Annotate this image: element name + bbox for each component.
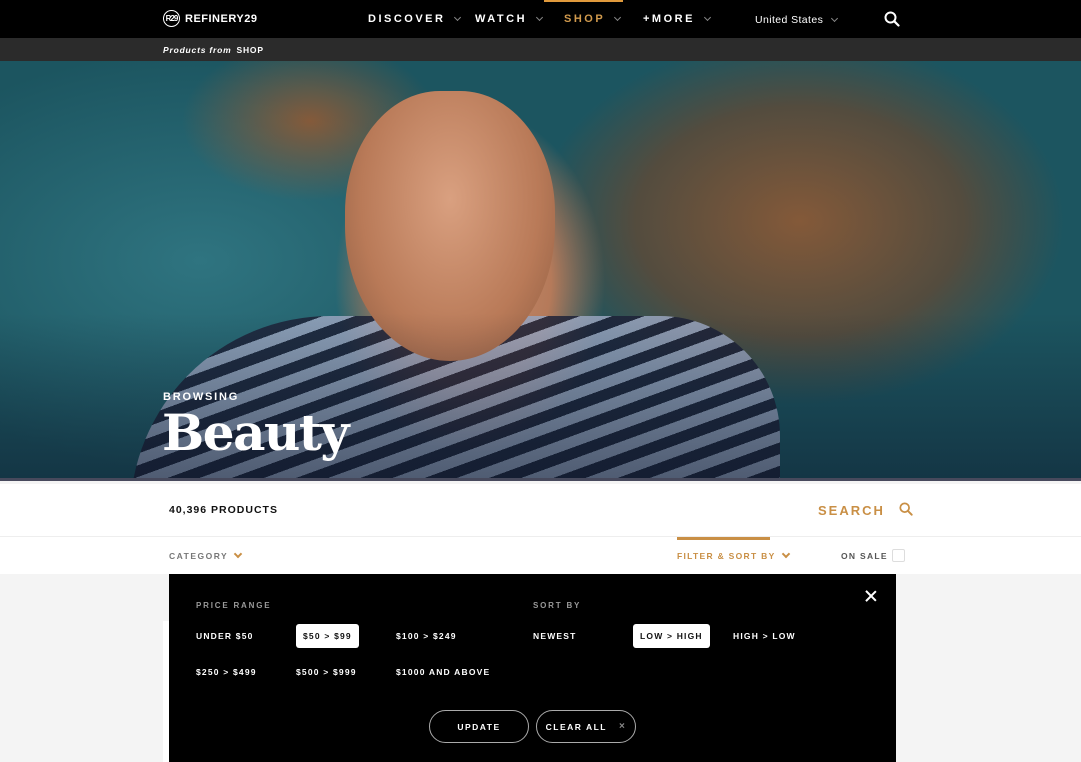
country-label: United States <box>755 14 824 26</box>
hero-eyebrow: BROWSING <box>163 391 240 403</box>
filter-bar: CATEGORY FILTER & SORT BY ON SALE <box>0 537 1081 574</box>
products-count: 40,396 PRODUCTS <box>169 504 278 516</box>
update-button[interactable]: UPDATE <box>429 710 529 743</box>
sort-option-newest[interactable]: NEWEST <box>533 631 577 641</box>
products-bar: 40,396 PRODUCTS SEARCH <box>0 484 1081 537</box>
clear-icon: × <box>619 721 627 732</box>
nav-active-indicator <box>544 0 623 2</box>
price-option-50-99[interactable]: $50 > $99 <box>296 624 359 648</box>
price-option-500-999[interactable]: $500 > $999 <box>296 667 357 677</box>
category-label: CATEGORY <box>169 551 229 561</box>
search-icon[interactable] <box>884 11 900 27</box>
chevron-down-icon <box>831 14 839 23</box>
search-icon <box>899 502 913 519</box>
sort-option-low-high[interactable]: LOW > HIGH <box>633 624 710 648</box>
breadcrumb: Products from SHOP <box>163 45 264 55</box>
top-nav: R29 REFINERY29 DISCOVER WATCH SHOP +MORE… <box>0 0 1081 38</box>
nav-item-label: SHOP <box>564 13 606 25</box>
price-option-1000-above[interactable]: $1000 AND ABOVE <box>396 667 490 677</box>
chevron-down-icon <box>703 13 711 21</box>
update-label: UPDATE <box>457 721 501 732</box>
breadcrumb-prefix: Products from <box>163 45 232 55</box>
filter-sort-active-indicator <box>677 537 770 540</box>
search-label: SEARCH <box>818 503 885 518</box>
hero-banner: BROWSING Beauty <box>0 61 1081 481</box>
sort-option-high-low[interactable]: HIGH > LOW <box>733 631 796 641</box>
nav-item-shop[interactable]: SHOP <box>564 13 622 25</box>
chevron-down-icon <box>233 549 243 559</box>
nav-item-watch[interactable]: WATCH <box>475 13 544 25</box>
chevron-down-icon <box>614 13 622 21</box>
filter-sort-label: FILTER & SORT BY <box>677 551 776 561</box>
breadcrumb-shop-link[interactable]: SHOP <box>237 45 264 55</box>
clear-all-label: CLEAR ALL <box>545 721 607 732</box>
chevron-down-icon <box>535 13 544 21</box>
logo-text: REFINERY29 <box>185 12 258 25</box>
logo-mark-icon: R29 <box>163 10 180 27</box>
sort-by-heading: SORT BY <box>533 601 582 610</box>
category-dropdown[interactable]: CATEGORY <box>169 549 243 561</box>
nav-item-label: +MORE <box>643 13 695 25</box>
nav-item-more[interactable]: +MORE <box>643 13 711 25</box>
page-title: Beauty <box>162 403 349 462</box>
price-option-under-50[interactable]: UNDER $50 <box>196 631 254 641</box>
filter-sort-panel: PRICE RANGE UNDER $50 $50 > $99 $100 > $… <box>169 574 896 762</box>
breadcrumb-bar: Products from SHOP <box>0 38 1081 61</box>
on-sale-toggle[interactable]: ON SALE <box>841 549 905 562</box>
search-button[interactable]: SEARCH <box>818 502 913 519</box>
chevron-down-icon <box>781 549 790 559</box>
price-option-250-499[interactable]: $250 > $499 <box>196 667 257 677</box>
nav-item-label: DISCOVER <box>368 13 446 25</box>
on-sale-label: ON SALE <box>841 550 888 561</box>
clear-all-button[interactable]: CLEAR ALL × <box>536 710 636 743</box>
country-selector[interactable]: United States <box>755 14 839 26</box>
nav-item-discover[interactable]: DISCOVER <box>368 13 462 25</box>
on-sale-checkbox[interactable] <box>891 549 905 562</box>
nav-item-label: WATCH <box>475 13 528 25</box>
chevron-down-icon <box>454 13 462 21</box>
refinery29-logo[interactable]: R29 REFINERY29 <box>163 10 257 27</box>
close-icon[interactable] <box>865 590 877 602</box>
price-option-100-249[interactable]: $100 > $249 <box>396 631 457 641</box>
filter-sort-tab[interactable]: FILTER & SORT BY <box>677 537 790 574</box>
price-range-heading: PRICE RANGE <box>196 601 272 610</box>
hero-divider <box>0 478 1081 481</box>
